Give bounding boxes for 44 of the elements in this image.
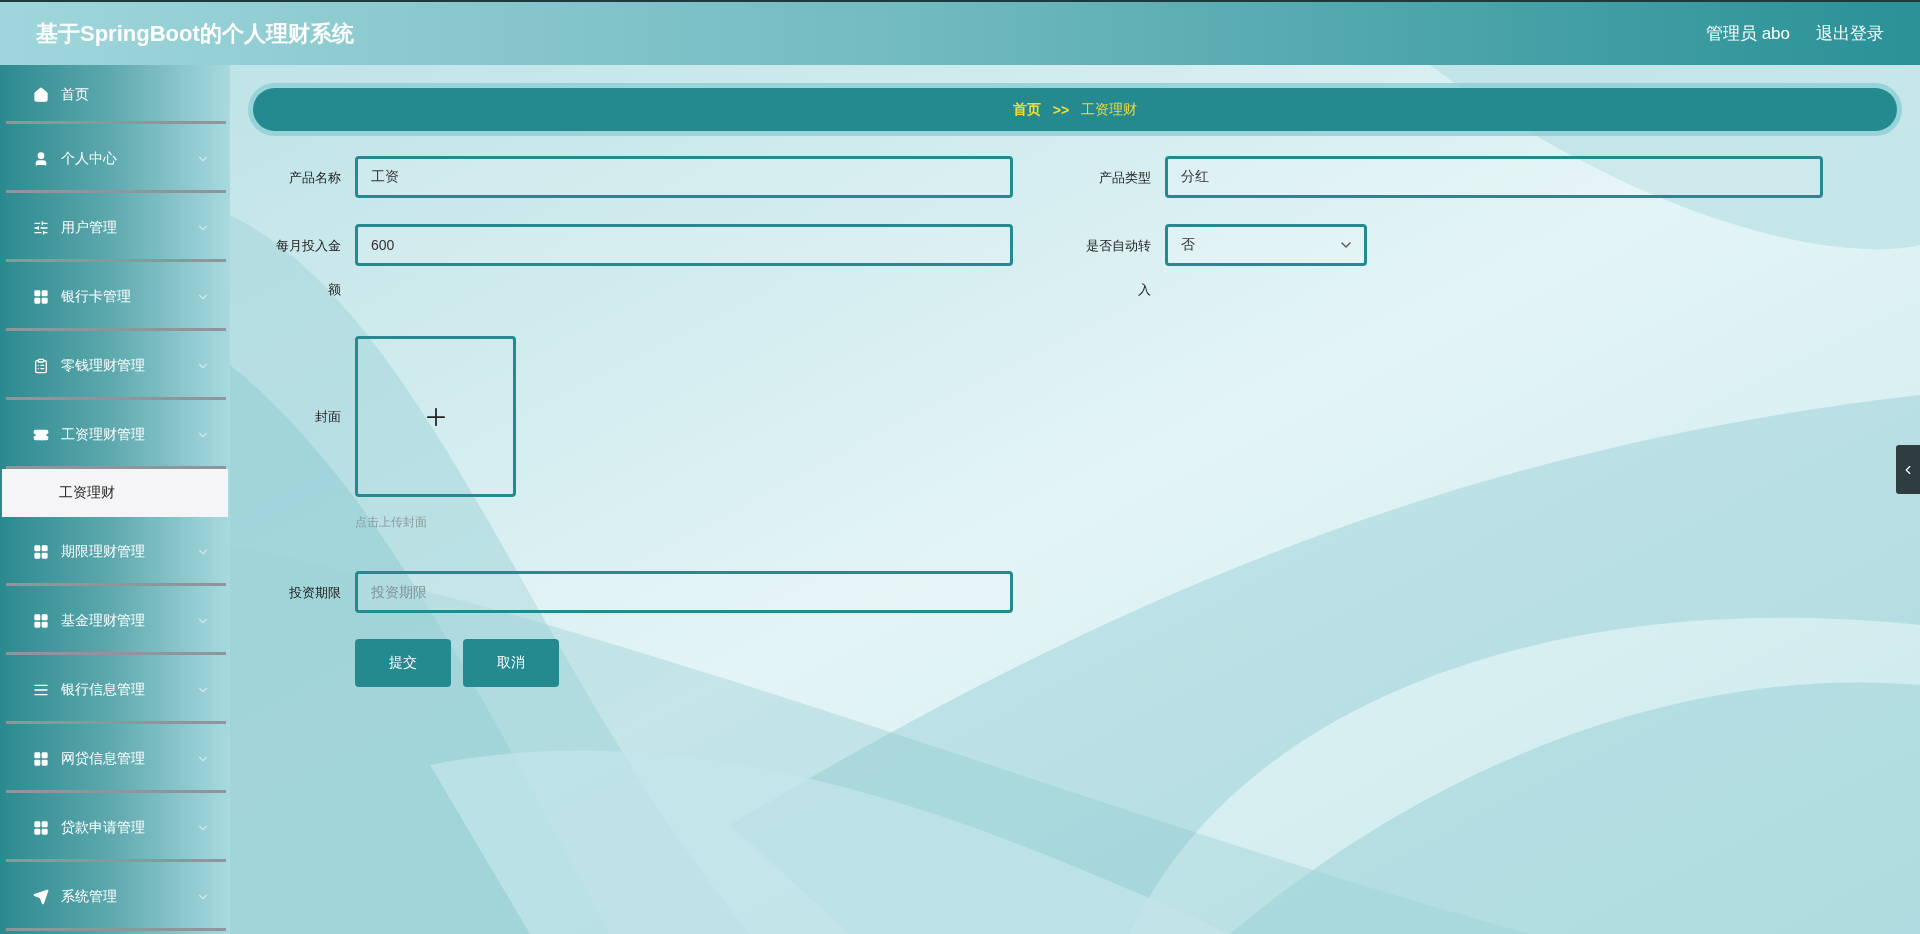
menu-item[interactable]: 系统管理 [0, 862, 230, 931]
menu-item[interactable]: 工资理财管理 [0, 400, 230, 469]
user-name: 管理员 abo [1705, 23, 1790, 45]
text-field[interactable]: 600 [355, 224, 1013, 266]
clipboard-icon [33, 357, 49, 374]
menu-item[interactable]: 基金理财管理 [0, 586, 230, 655]
text-field[interactable]: 工资 [355, 156, 1013, 198]
field-label: 每月投入金额 [275, 237, 342, 299]
field-label: 是否自动转入 [1085, 237, 1152, 299]
grid-icon [33, 288, 49, 305]
breadcrumb-link[interactable]: 首页 [1012, 100, 1041, 119]
menu-item[interactable]: 首页 [0, 65, 230, 124]
menu-item[interactable]: 期限理财管理 [0, 517, 230, 586]
text-field[interactable]: 分红 [1165, 156, 1823, 198]
field-label: 投资期限 [288, 584, 342, 602]
grid-icon [33, 750, 49, 767]
logout-link[interactable]: 退出登录 [1816, 22, 1884, 45]
menu-item[interactable]: 银行信息管理 [0, 655, 230, 724]
menu-item[interactable]: 个人中心 [0, 124, 230, 193]
select-field[interactable]: 否 [1165, 224, 1367, 266]
app-title: 基于SpringBoot的个人理财系统 [36, 19, 354, 48]
submenu-item[interactable]: 工资理财 [2, 469, 228, 517]
menu-item[interactable]: 贷款申请管理 [0, 793, 230, 862]
menu-item[interactable]: 零钱理财管理 [0, 331, 230, 400]
user-icon [33, 150, 49, 167]
breadcrumb-separator: >> [1052, 101, 1070, 118]
home-icon [33, 86, 49, 103]
cancel-button[interactable]: 取消 [463, 639, 559, 687]
sliders-icon [33, 219, 49, 236]
menu-item[interactable]: 网贷信息管理 [0, 724, 230, 793]
breadcrumb-link[interactable]: 工资理财 [1081, 100, 1138, 119]
menu-item[interactable]: 银行卡管理 [0, 262, 230, 331]
field-label: 产品名称 [288, 169, 342, 187]
submit-button[interactable]: 提交 [355, 639, 451, 687]
grid-icon [33, 543, 49, 560]
grid-icon [33, 819, 49, 836]
field-label: 封面 [314, 408, 342, 426]
side-panel-toggle[interactable] [1896, 445, 1920, 494]
menu-item[interactable]: 用户管理 [0, 193, 230, 262]
text-field[interactable]: 投资期限 [355, 571, 1013, 613]
grid-icon [33, 612, 49, 629]
send-icon [33, 888, 49, 905]
upload-box[interactable] [355, 336, 516, 497]
field-label: 产品类型 [1098, 169, 1152, 187]
